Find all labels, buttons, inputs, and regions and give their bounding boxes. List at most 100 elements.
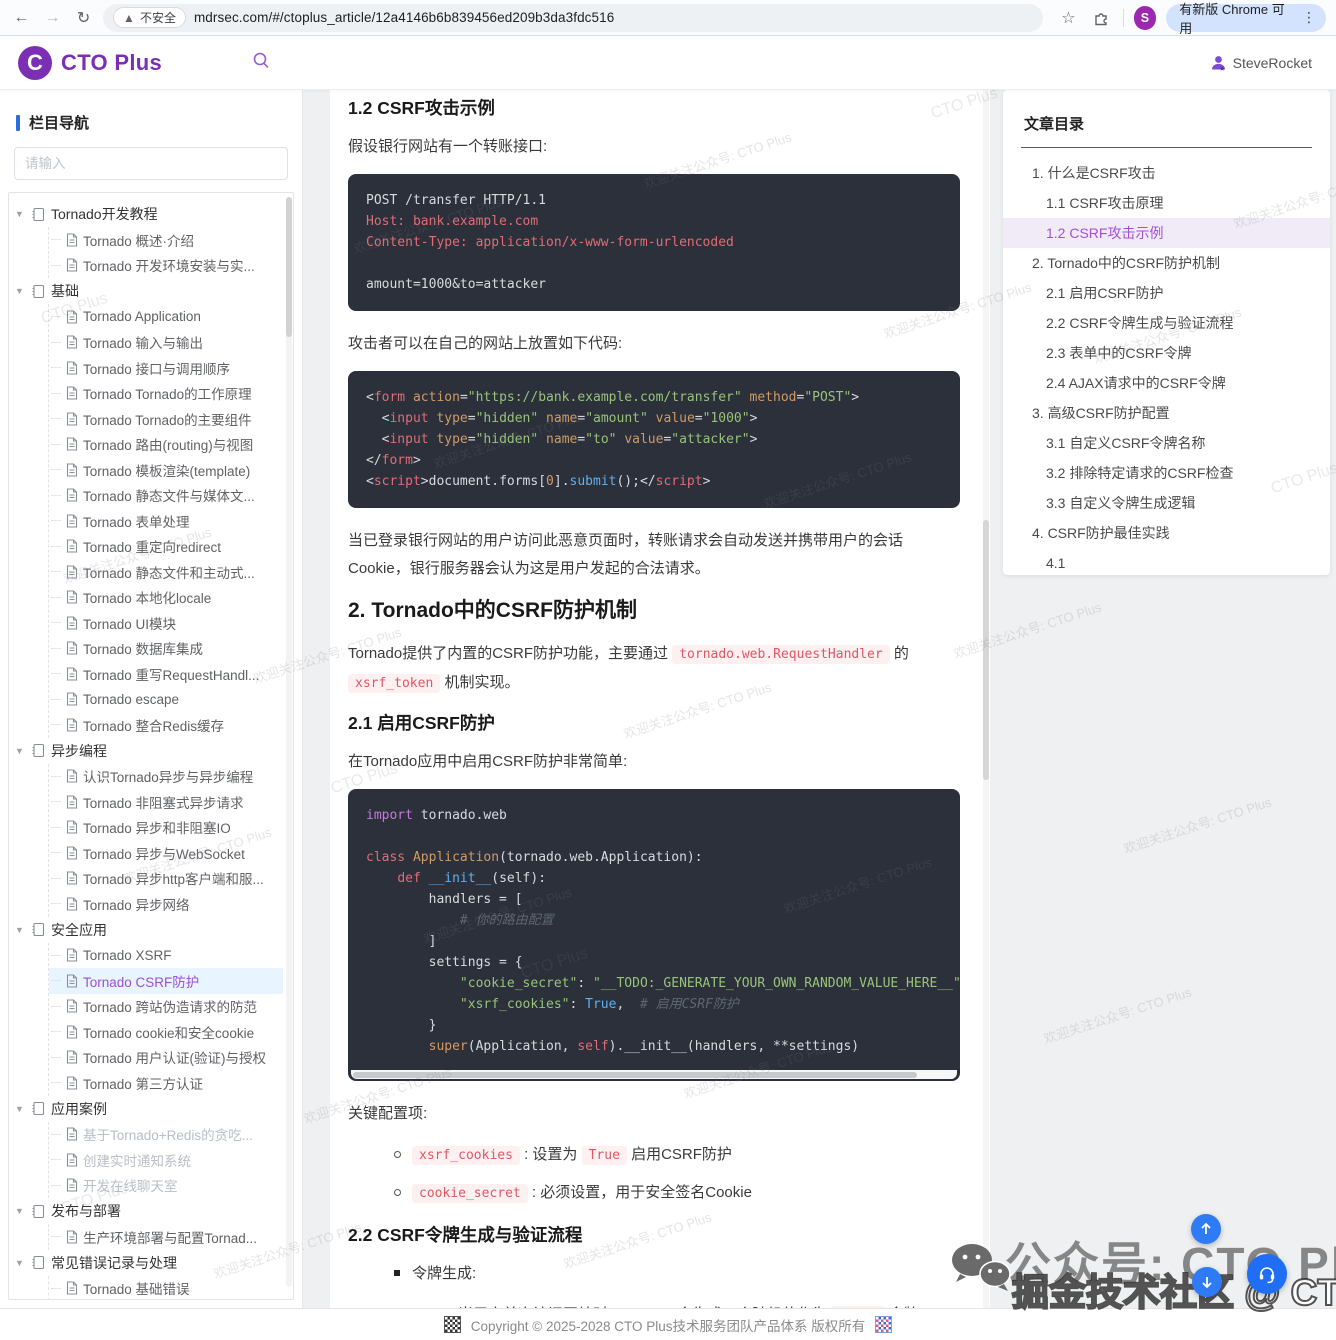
tree-item-label: Tornado 基础错误 (83, 1278, 190, 1298)
extensions-icon[interactable] (1090, 6, 1113, 30)
bookmark-star-icon[interactable]: ☆ (1057, 6, 1080, 30)
tree-section-2[interactable]: ▼异步编程 (15, 738, 283, 764)
tree-item[interactable]: Tornado 基础错误 (49, 1276, 283, 1301)
user-menu[interactable]: SteveRocket (1210, 54, 1312, 71)
menu-kebab-icon[interactable]: ⋮ (1298, 9, 1320, 26)
tree-item[interactable]: Tornado 开发环境安装与实... (49, 253, 283, 279)
tree-section-label: 安全应用 (51, 920, 107, 940)
tree-item[interactable]: Tornado XSRF (49, 943, 283, 969)
tree-item[interactable]: Tornado Tornado的主要组件 (49, 406, 283, 432)
tree-item-label: Tornado UI模块 (83, 613, 176, 633)
tree-item[interactable]: 基于Tornado+Redis的贪吃... (49, 1122, 283, 1148)
tree-item[interactable]: Tornado 整合Redis缓存 (49, 712, 283, 738)
tree-item[interactable]: Tornado escape (49, 687, 283, 713)
site-logo[interactable]: C CTO Plus (0, 46, 230, 80)
tree-children: Tornado ApplicationTornado 输入与输出 Tornado … (48, 304, 283, 738)
scroll-bottom-button[interactable] (1192, 1267, 1222, 1297)
search-icon[interactable] (252, 51, 270, 74)
tree-section-3[interactable]: ▼安全应用 (15, 917, 283, 943)
scroll-top-button[interactable] (1191, 1214, 1221, 1244)
tree-item-label: Tornado 输入与输出 (83, 332, 203, 352)
back-icon[interactable]: ← (10, 6, 33, 30)
bullet-list: xsrf_cookies : 设置为 True 启用CSRF防护cookie_s… (348, 1141, 960, 1207)
tree-item[interactable]: 开发在线聊天室 (49, 1173, 283, 1199)
toc-item[interactable]: 1.2 CSRF攻击示例 (1003, 218, 1330, 248)
tree-item[interactable]: Tornado CSRF防护 (49, 968, 283, 994)
tree-item[interactable]: 生产环境部署与配置Tornad... (49, 1224, 283, 1250)
chrome-update-button[interactable]: 有新版 Chrome 可用 ⋮ (1166, 4, 1326, 32)
tree-section-1[interactable]: ▼基础 (15, 278, 283, 304)
forward-icon[interactable]: → (41, 6, 64, 30)
tree-item[interactable]: Tornado 本地化locale (49, 585, 283, 611)
tree-item[interactable]: Tornado 用户认证(验证)与授权 (49, 1045, 283, 1071)
tree-item[interactable]: Tornado 接口与调用顺序 (49, 355, 283, 381)
tree-item[interactable]: Tornado 异步网络 (49, 891, 283, 917)
profile-avatar[interactable]: S (1134, 6, 1157, 30)
tree-item[interactable]: Tornado 路由(routing)与视图 (49, 432, 283, 458)
reload-icon[interactable]: ↻ (72, 6, 95, 30)
tree-section-6[interactable]: ▼常见错误记录与处理 (15, 1250, 283, 1276)
horizontal-scrollbar[interactable] (351, 1070, 957, 1079)
caret-down-icon: ▼ (15, 286, 25, 296)
tree-item[interactable]: Tornado 表单处理 (49, 508, 283, 534)
tree-scrollbar[interactable] (286, 197, 292, 1287)
tree-item[interactable]: Tornado 跨站伪造请求的防范 (49, 994, 283, 1020)
scrollbar-thumb[interactable] (353, 1072, 917, 1078)
tree-item-label: Tornado 表单处理 (83, 511, 190, 531)
tree-item[interactable]: Tornado 非阻塞式异步请求 (49, 789, 283, 815)
connector (51, 673, 61, 674)
tree-item[interactable]: Tornado 异步和非阻塞IO (49, 815, 283, 841)
code-block-html: <form action="https://bank.example.com/t… (348, 371, 960, 508)
tree-section-4[interactable]: ▼应用案例 (15, 1096, 283, 1122)
toc-item[interactable]: 1. 什么是CSRF攻击 (1003, 158, 1330, 188)
article-scrollbar[interactable] (983, 90, 989, 1308)
tree-item[interactable]: Tornado 输入与输出 (49, 330, 283, 356)
toc-item[interactable]: 2.1 启用CSRF防护 (1003, 278, 1330, 308)
toc-item-label: 2.3 表单中的CSRF令牌 (1046, 343, 1191, 363)
tree-item[interactable]: Tornado 静态文件与媒体文... (49, 483, 283, 509)
tree-item[interactable]: Tornado 重写RequestHandl... (49, 661, 283, 687)
tree-item[interactable]: 认识Tornado异步与异步编程 (49, 764, 283, 790)
toc-item[interactable]: 3.2 排除特定请求的CSRF检查 (1003, 458, 1330, 488)
tree-section-5[interactable]: ▼发布与部署 (15, 1198, 283, 1224)
tree-section-0[interactable]: ▼Tornado开发教程 (15, 201, 283, 227)
tree-item[interactable]: Tornado UI模块 (49, 610, 283, 636)
url-bar[interactable]: ▲ 不安全 mdrsec.com/#/ctoplus_article/12a41… (103, 4, 1043, 32)
brand-name: CTO Plus (61, 50, 162, 76)
tree-item[interactable]: Tornado cookie和安全cookie (49, 1019, 283, 1045)
toc-item[interactable]: 4. CSRF防护最佳实践 (1003, 518, 1330, 548)
chrome-actions: ☆ S 有新版 Chrome 可用 ⋮ (1057, 4, 1326, 32)
tree-item[interactable]: Tornado 数据库集成 (49, 636, 283, 662)
tree-item[interactable]: Tornado 重定向redirect (49, 534, 283, 560)
tree-item[interactable]: 创建实时通知系统 (49, 1147, 283, 1173)
article-heading: 2.2 CSRF令牌生成与验证流程 (348, 1223, 960, 1247)
list-item: 令牌生成:当用户首次访问网站时，Tornado会生成一个随机值作为 _xsrf … (348, 1260, 960, 1308)
text-run: 关键配置项: (348, 1105, 427, 1122)
toc-item[interactable]: 3.1 自定义CSRF令牌名称 (1003, 428, 1330, 458)
notebook-icon (31, 1204, 45, 1219)
tree-item[interactable]: Tornado 静态文件和主动式... (49, 559, 283, 585)
tree-item[interactable]: Tornado 第三方认证 (49, 1070, 283, 1096)
bullet-icon (394, 1151, 401, 1158)
toc-item[interactable]: 1.1 CSRF攻击原理 (1003, 188, 1330, 218)
toc-item[interactable]: 2.4 AJAX请求中的CSRF令牌 (1003, 368, 1330, 398)
toc-item[interactable]: 2.2 CSRF令牌生成与验证流程 (1003, 308, 1330, 338)
customer-service-button[interactable] (1247, 1254, 1287, 1294)
sidebar-search-input[interactable] (14, 147, 288, 180)
toc-item[interactable]: 3. 高级CSRF防护配置 (1003, 398, 1330, 428)
tree-item-label: Tornado 异步与WebSocket (83, 843, 245, 863)
tree-item[interactable]: Tornado Tornado的工作原理 (49, 381, 283, 407)
security-chip[interactable]: ▲ 不安全 (113, 7, 186, 28)
tree-item[interactable]: Tornado 异步与WebSocket (49, 840, 283, 866)
tree-item[interactable]: Tornado Application (49, 304, 283, 330)
toc-item[interactable]: 2. Tornado中的CSRF防护机制 (1003, 248, 1330, 278)
sidebar: 栏目导航 ▼Tornado开发教程Tornado 概述·介绍Tornado 开发… (0, 90, 303, 1308)
connector (51, 852, 61, 853)
toc-item[interactable]: 2.3 表单中的CSRF令牌 (1003, 338, 1330, 368)
toc-item[interactable]: 3.3 自定义令牌生成逻辑 (1003, 488, 1330, 518)
tree-item[interactable]: Tornado 模板渲染(template) (49, 457, 283, 483)
tree-item[interactable]: Tornado 异步http客户端和服... (49, 866, 283, 892)
toc-item[interactable]: 4.1 (1003, 548, 1330, 575)
toc-title: 文章目录 (1024, 113, 1330, 134)
tree-item[interactable]: Tornado 概述·介绍 (49, 227, 283, 253)
